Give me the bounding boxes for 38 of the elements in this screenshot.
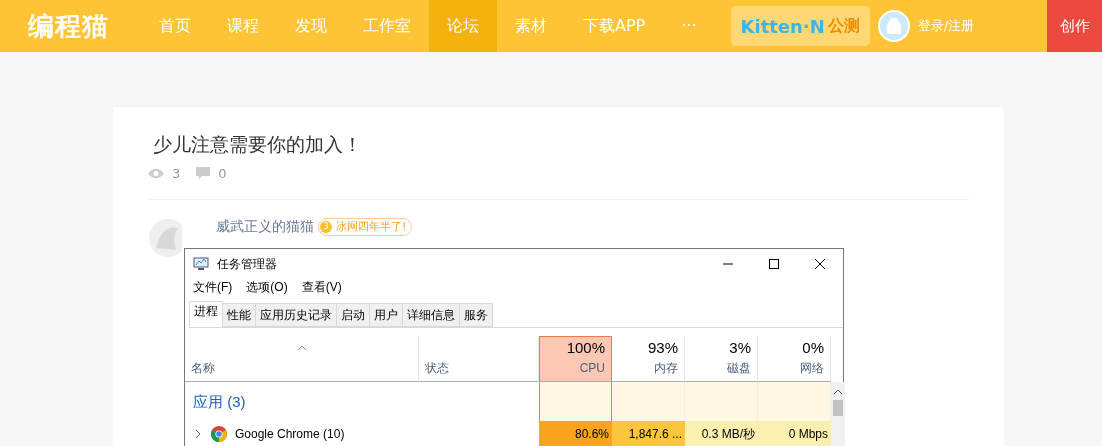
column-header[interactable]: 100% CPU	[539, 336, 612, 383]
table-cell: 0 Mbps	[758, 421, 831, 446]
table-cell: 0.3 MB/秒	[685, 421, 758, 446]
promo-brand: Kitten·N	[740, 14, 825, 39]
chrome-icon	[211, 426, 227, 443]
tab[interactable]: 服务	[459, 303, 493, 328]
comments-count: 0	[218, 164, 227, 183]
tab[interactable]: 应用历史记录	[255, 303, 337, 328]
table-cell: 80.6%	[539, 421, 612, 446]
post-title: 少儿注意需要你的加入！	[153, 133, 363, 156]
comment-icon	[196, 167, 211, 181]
views-count: 3	[172, 164, 181, 183]
author-name[interactable]: 威武正义的猫猫	[216, 216, 314, 238]
process-name[interactable]: Google Chrome (10)	[235, 425, 345, 444]
promo-tag: 公测	[827, 14, 860, 38]
menu-item[interactable]: 选项(O)	[246, 280, 288, 295]
scrollbar[interactable]	[831, 382, 845, 446]
scrollbar-thumb[interactable]	[833, 400, 843, 417]
tab[interactable]: 用户	[369, 303, 403, 328]
badge-text: 冰网四年半了!	[336, 218, 407, 235]
table-cell: 1,847.6 ...	[612, 421, 685, 446]
views-icon	[148, 168, 164, 180]
menu-item[interactable]: 查看(V)	[301, 280, 342, 295]
group-label[interactable]: 应用 (3)	[193, 390, 246, 414]
tab[interactable]: 详细信息	[402, 303, 460, 328]
scroll-up-icon[interactable]	[833, 388, 843, 397]
expand-icon[interactable]	[193, 429, 203, 440]
create-button[interactable]: 创作	[1047, 0, 1102, 52]
tab[interactable]: 启动	[336, 303, 370, 328]
column-header[interactable]: 名称	[191, 359, 215, 378]
level-number: 3	[320, 220, 332, 233]
tab[interactable]: 性能	[222, 303, 256, 328]
menu-item[interactable]: 文件(F)	[193, 280, 233, 295]
window-title: 任务管理器	[217, 255, 277, 273]
author-avatar	[148, 218, 182, 259]
task-manager-icon	[193, 256, 209, 271]
tab[interactable]: 进程	[189, 301, 223, 328]
sort-caret-icon[interactable]	[296, 345, 307, 352]
